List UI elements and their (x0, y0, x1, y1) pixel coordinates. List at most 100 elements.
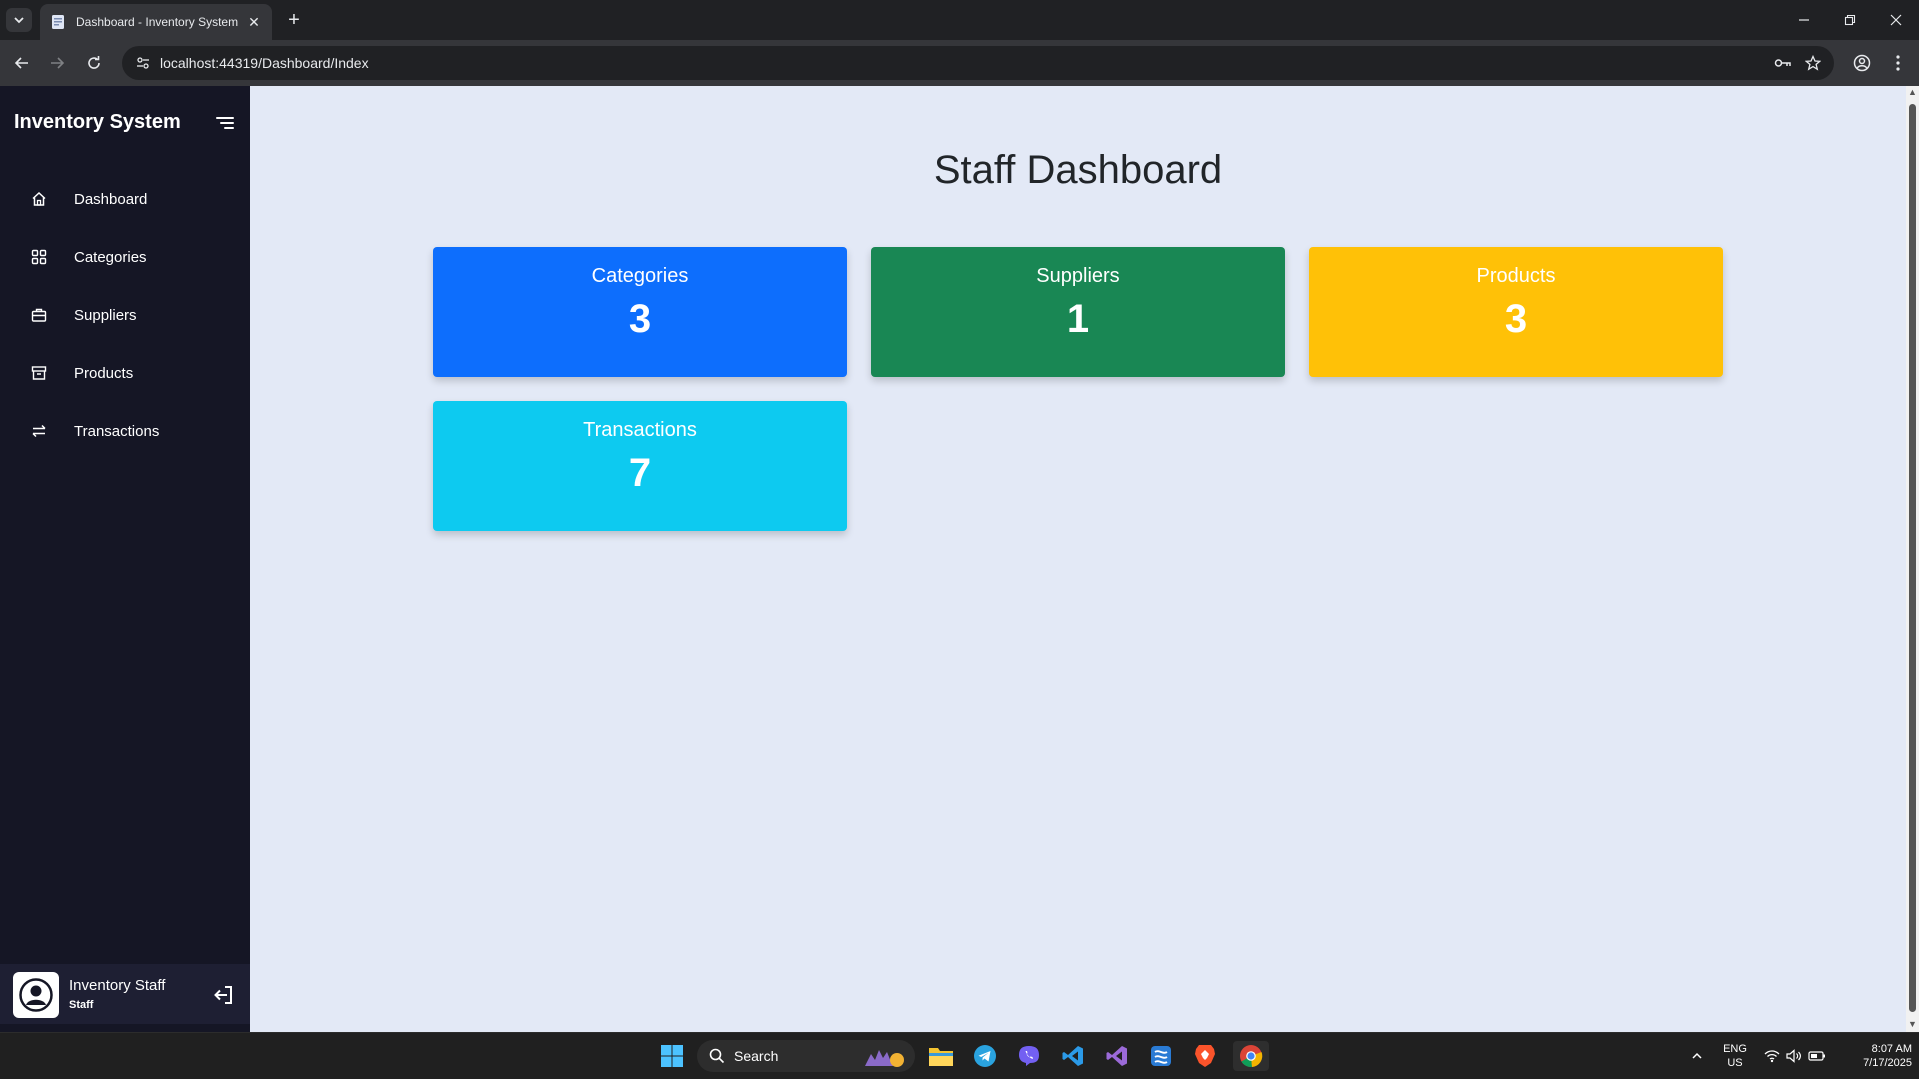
scroll-down-icon[interactable]: ▼ (1908, 1020, 1917, 1029)
card-label: Transactions (583, 419, 697, 441)
profile-button[interactable] (1850, 51, 1874, 75)
clock-time: 8:07 AM (1871, 1043, 1912, 1055)
arrow-left-icon (14, 57, 28, 69)
sidebar: Inventory System Dashboard Categories Su… (0, 86, 250, 1032)
sidebar-item-label: Transactions (74, 422, 160, 440)
browser-window: Dashboard - Inventory System ✕ + localho… (0, 0, 1919, 1079)
system-tray-status[interactable] (1760, 1041, 1830, 1071)
page-title: Staff Dashboard (933, 148, 1223, 192)
url-text[interactable]: localhost:44319/Dashboard/Index (160, 55, 1768, 71)
sidebar-item-suppliers[interactable]: Suppliers (0, 286, 250, 344)
file-explorer-icon[interactable] (926, 1041, 956, 1071)
swap-icon (29, 421, 49, 441)
user-name: Inventory Staff (69, 977, 166, 994)
sidebar-nav: Dashboard Categories Suppliers Products … (0, 170, 250, 460)
sidebar-item-label: Categories (74, 248, 147, 266)
sidebar-item-dashboard[interactable]: Dashboard (0, 170, 250, 228)
search-highlight-icon (865, 1050, 904, 1067)
user-panel: Inventory Staff Staff (0, 964, 250, 1024)
start-button[interactable] (657, 1041, 687, 1071)
forward-button[interactable] (45, 51, 69, 75)
show-hidden-icons-button[interactable] (1682, 1041, 1712, 1071)
sidebar-item-products[interactable]: Products (0, 344, 250, 402)
sidebar-toggle-icon[interactable] (214, 113, 236, 133)
volume-icon (1786, 1049, 1801, 1063)
tab-search-button[interactable] (6, 8, 32, 32)
restore-icon (1844, 14, 1856, 26)
stat-card-transactions[interactable]: Transactions 7 (433, 401, 847, 531)
browser-menu-button[interactable] (1886, 51, 1910, 75)
sidebar-item-categories[interactable]: Categories (0, 228, 250, 286)
minimize-icon (1799, 19, 1809, 21)
minimize-button[interactable] (1781, 0, 1827, 40)
telegram-icon[interactable] (970, 1041, 1000, 1071)
card-value: 7 (628, 451, 652, 495)
arrow-right-icon (51, 57, 65, 69)
close-icon (1890, 14, 1902, 26)
sidebar-item-label: Suppliers (74, 306, 137, 324)
brand-title: Inventory System (14, 111, 181, 133)
sidebar-item-label: Dashboard (74, 190, 148, 208)
stat-card-products[interactable]: Products 3 (1309, 247, 1723, 377)
card-value: 3 (628, 297, 652, 341)
card-label: Categories (591, 265, 689, 287)
grid-icon (29, 247, 49, 267)
page-viewport: Inventory System Dashboard Categories Su… (0, 86, 1919, 1032)
archive-icon (29, 363, 49, 383)
page-scrollbar[interactable]: ▲ ▼ (1906, 86, 1919, 1032)
home-icon (29, 189, 49, 209)
profile-icon (1853, 54, 1871, 72)
close-window-button[interactable] (1873, 0, 1919, 40)
stat-card-suppliers[interactable]: Suppliers 1 (871, 247, 1285, 377)
chevron-down-icon (14, 17, 24, 24)
browser-toolbar: localhost:44319/Dashboard/Index (0, 40, 1919, 86)
taskbar-search-label: Search (734, 1048, 779, 1064)
restore-button[interactable] (1827, 0, 1873, 40)
logout-icon[interactable] (212, 983, 236, 1007)
new-tab-button[interactable]: + (282, 8, 306, 32)
chrome-icon[interactable] (1233, 1041, 1269, 1071)
password-key-icon[interactable] (1768, 48, 1798, 78)
briefcase-icon (29, 305, 49, 325)
language-indicator[interactable]: ENG US (1718, 1042, 1752, 1070)
vscode-icon[interactable] (1058, 1041, 1088, 1071)
azure-data-studio-icon[interactable] (1146, 1041, 1176, 1071)
back-button[interactable] (10, 51, 34, 75)
clock-date: 7/17/2025 (1863, 1057, 1912, 1069)
address-bar[interactable]: localhost:44319/Dashboard/Index (122, 46, 1834, 80)
windows-logo-icon (661, 1045, 683, 1067)
user-role: Staff (69, 999, 94, 1011)
sidebar-item-label: Products (74, 364, 134, 382)
avatar (13, 972, 59, 1018)
chevron-up-icon (1692, 1052, 1702, 1059)
reload-button[interactable] (82, 51, 106, 75)
bookmark-star-icon[interactable] (1798, 48, 1828, 78)
sidebar-item-transactions[interactable]: Transactions (0, 402, 250, 460)
tab-strip: Dashboard - Inventory System ✕ + (0, 0, 1919, 40)
site-info-icon[interactable] (132, 52, 154, 74)
windows-taskbar: Search ENG US 8:07 AM 7/17/2025 (0, 1032, 1919, 1079)
stat-card-categories[interactable]: Categories 3 (433, 247, 847, 377)
scroll-up-icon[interactable]: ▲ (1908, 88, 1917, 97)
clock[interactable]: 8:07 AM 7/17/2025 (1832, 1042, 1912, 1070)
tab-close-icon[interactable]: ✕ (246, 14, 262, 31)
tab-title: Dashboard - Inventory System (76, 15, 239, 29)
reload-icon (88, 56, 100, 69)
battery-icon (1808, 1051, 1825, 1061)
user-circle-icon (19, 978, 53, 1012)
wifi-icon (1764, 1050, 1780, 1063)
taskbar-search[interactable]: Search (697, 1040, 915, 1072)
visual-studio-icon[interactable] (1102, 1041, 1132, 1071)
main-content: Staff Dashboard Categories 3 Suppliers 1… (250, 86, 1906, 1032)
scrollbar-thumb[interactable] (1909, 104, 1916, 1012)
more-vert-icon (1896, 55, 1900, 71)
viber-icon[interactable] (1014, 1041, 1044, 1071)
language-code: ENG (1723, 1043, 1747, 1055)
search-icon (709, 1048, 725, 1064)
page-favicon-icon (52, 15, 64, 29)
brave-browser-icon[interactable] (1190, 1041, 1220, 1071)
card-value: 1 (1066, 297, 1090, 341)
card-value: 3 (1504, 297, 1528, 341)
language-region: US (1727, 1057, 1743, 1069)
active-tab[interactable]: Dashboard - Inventory System ✕ (40, 4, 272, 40)
